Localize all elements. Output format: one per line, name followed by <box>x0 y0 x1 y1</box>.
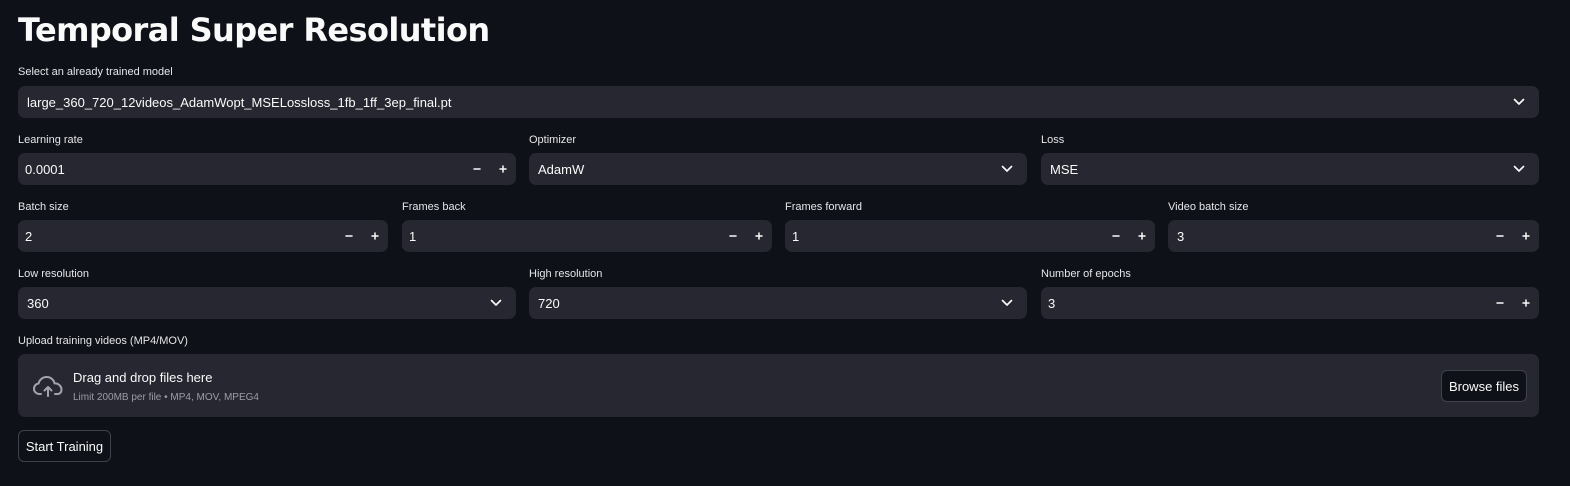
batch-size-label: Batch size <box>18 201 69 213</box>
optimizer-label: Optimizer <box>529 134 577 146</box>
model-select-label: Select an already trained model <box>18 66 173 78</box>
plus-icon <box>371 232 379 240</box>
video-batch-size-label: Video batch size <box>1168 201 1249 213</box>
high-resolution-label: High resolution <box>529 268 603 280</box>
dropzone-limit-text: Limit 200MB per file • MP4, MOV, MPEG4 <box>73 392 259 403</box>
model-select-value: large_360_720_12videos_AdamWopt_MSELossl… <box>27 94 452 110</box>
browse-files-button[interactable]: Browse files <box>1441 370 1527 402</box>
video-batch-size-decrement-button[interactable] <box>1487 220 1513 252</box>
minus-icon <box>729 235 737 237</box>
plus-icon <box>1522 299 1530 307</box>
num-epochs-label: Number of epochs <box>1041 268 1131 280</box>
high-resolution-select[interactable]: 720 <box>529 287 1027 319</box>
start-training-button[interactable]: Start Training <box>18 430 111 462</box>
learning-rate-label: Learning rate <box>18 134 83 146</box>
loss-value: MSE <box>1050 161 1079 177</box>
chevron-down-icon <box>993 287 1021 319</box>
plus-icon <box>499 165 507 173</box>
optimizer-value: AdamW <box>538 161 585 177</box>
plus-icon <box>755 232 763 240</box>
chevron-down-icon <box>1505 153 1533 185</box>
video-batch-size-input[interactable]: 3 <box>1168 220 1539 252</box>
learning-rate-increment-button[interactable] <box>490 153 516 185</box>
page-title: Temporal Super Resolution <box>18 11 490 49</box>
minus-icon <box>473 168 481 170</box>
low-resolution-label: Low resolution <box>18 268 89 280</box>
frames-back-label: Frames back <box>402 201 466 213</box>
minus-icon <box>1112 235 1120 237</box>
batch-size-input[interactable]: 2 <box>18 220 388 252</box>
batch-size-increment-button[interactable] <box>362 220 388 252</box>
batch-size-decrement-button[interactable] <box>336 220 362 252</box>
video-batch-size-increment-button[interactable] <box>1513 220 1539 252</box>
loss-select[interactable]: MSE <box>1041 153 1539 185</box>
app-page: Temporal Super Resolution Select an alre… <box>0 0 1570 486</box>
minus-icon <box>1496 235 1504 237</box>
file-dropzone[interactable]: Drag and drop files here Limit 200MB per… <box>18 354 1539 417</box>
frames-forward-value: 1 <box>792 228 800 244</box>
high-resolution-value: 720 <box>538 295 560 311</box>
video-batch-size-value: 3 <box>1177 228 1185 244</box>
learning-rate-decrement-button[interactable] <box>464 153 490 185</box>
chevron-down-icon <box>993 153 1021 185</box>
frames-forward-label: Frames forward <box>785 201 863 213</box>
num-epochs-increment-button[interactable] <box>1513 287 1539 319</box>
frames-forward-increment-button[interactable] <box>1129 220 1155 252</box>
batch-size-value: 2 <box>25 228 33 244</box>
minus-icon <box>345 235 353 237</box>
dropzone-title: Drag and drop files here <box>73 370 213 385</box>
cloud-upload-icon <box>32 374 64 398</box>
chevron-down-icon <box>482 287 510 319</box>
loss-label: Loss <box>1041 134 1065 146</box>
frames-back-increment-button[interactable] <box>746 220 772 252</box>
frames-back-input[interactable]: 1 <box>402 220 772 252</box>
optimizer-select[interactable]: AdamW <box>529 153 1027 185</box>
frames-back-value: 1 <box>409 228 417 244</box>
chevron-down-icon <box>1505 86 1533 118</box>
frames-forward-decrement-button[interactable] <box>1103 220 1129 252</box>
plus-icon <box>1522 232 1530 240</box>
num-epochs-value: 3 <box>1048 295 1056 311</box>
minus-icon <box>1496 302 1504 304</box>
num-epochs-input[interactable]: 3 <box>1041 287 1539 319</box>
learning-rate-input[interactable]: 0.0001 <box>18 153 516 185</box>
frames-forward-input[interactable]: 1 <box>785 220 1155 252</box>
low-resolution-value: 360 <box>27 295 49 311</box>
model-select[interactable]: large_360_720_12videos_AdamWopt_MSELossl… <box>18 86 1539 118</box>
frames-back-decrement-button[interactable] <box>720 220 746 252</box>
uploader-label: Upload training videos (MP4/MOV) <box>18 335 188 347</box>
plus-icon <box>1138 232 1146 240</box>
learning-rate-value: 0.0001 <box>25 161 65 177</box>
num-epochs-decrement-button[interactable] <box>1487 287 1513 319</box>
low-resolution-select[interactable]: 360 <box>18 287 516 319</box>
